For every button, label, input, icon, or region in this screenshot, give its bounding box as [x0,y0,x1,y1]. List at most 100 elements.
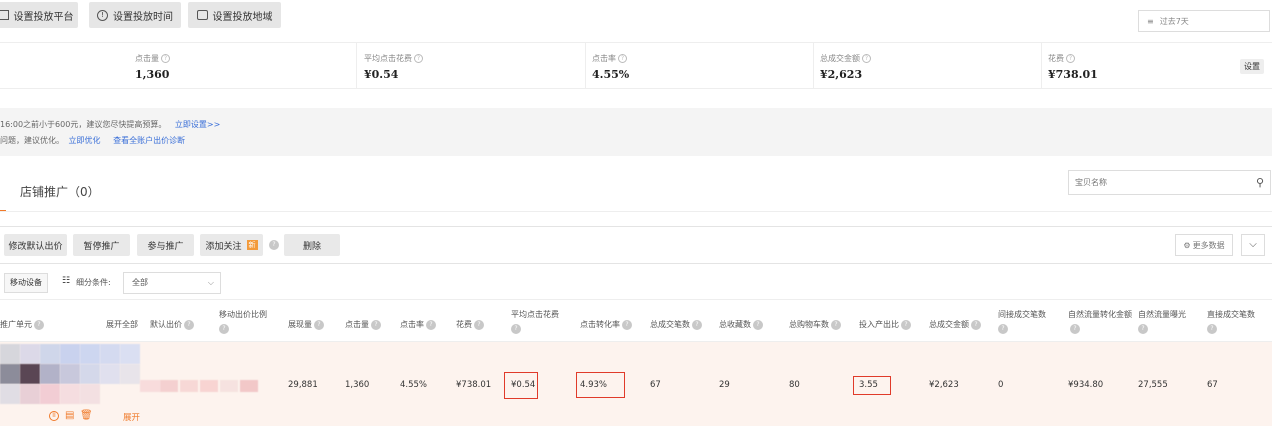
col-ctr-label: 点击率 [400,320,424,329]
set-time-label: 设置投放时间 [113,11,173,23]
product-thumbnail[interactable] [0,344,140,404]
help-icon[interactable]: ? [184,319,194,330]
col-ctr[interactable]: 点击率? [400,318,436,332]
col-mobile-ratio-label: 移动出价比例 [219,310,267,319]
metric-avg-cpc-value: ¥0.54 [364,68,399,81]
col-total-gmv[interactable]: 总成交金额? [929,318,981,332]
cell-cost: ¥738.01 [456,380,492,390]
bid-value-blurred [140,380,258,392]
divider [813,43,814,89]
chevron-down-icon[interactable]: ⌵ [1241,234,1265,256]
divider [585,43,586,89]
set-platform-button[interactable]: 设置投放平台 [0,2,78,28]
col-indirect-orders[interactable]: 间接成交笔数? [998,308,1058,336]
bid-diagnosis-link[interactable]: 查看全账户出价诊断 [113,136,185,145]
help-icon[interactable]: ? [618,54,627,63]
col-indirect-orders-label: 间接成交笔数 [998,310,1046,319]
optimize-link[interactable]: 立即优化 [69,136,101,145]
add-follow-label: 添加关注 [205,241,242,252]
metric-ctr-label: 点击率 [592,54,616,63]
col-total-orders[interactable]: 总成交笔数? [650,318,702,332]
help-icon[interactable]: ? [901,319,911,330]
action-toolbar: 修改默认出价 暂停推广 参与推广 添加关注 新 ? 删除 ⚙ 更多数据 ⌵ [0,226,1272,264]
cell-total-orders: 67 [650,380,661,390]
help-icon[interactable]: ? [426,319,436,330]
expand-link[interactable]: 展开 [123,411,140,423]
col-unit: 推广单元? [0,318,44,332]
col-impressions-label: 展现量 [288,320,312,329]
col-default-bid-label: 默认出价 [150,320,182,329]
help-icon[interactable]: ? [34,319,44,330]
help-icon[interactable]: ? [161,54,170,63]
col-conv-rate[interactable]: 点击转化率? [580,318,632,332]
col-cost[interactable]: 花费? [456,318,484,332]
tab-shop-promotion[interactable]: 店铺推广（0） [20,183,100,200]
device-filter-button[interactable]: 移动设备 [4,273,48,293]
gear-icon: ⚙ [1183,240,1191,250]
help-icon[interactable]: ? [998,323,1008,334]
date-range-select[interactable]: ≡ 过去7天 [1138,10,1270,32]
search-icon[interactable]: ⚲ [1256,176,1264,189]
col-conv-rate-label: 点击转化率 [580,320,620,329]
help-icon[interactable]: ? [1070,323,1080,334]
col-roi-label: 投入产出比 [859,320,899,329]
modify-bid-button[interactable]: 修改默认出价 [4,234,67,256]
col-mobile-ratio[interactable]: 移动出价比例? [219,308,274,336]
col-natural-conv-amount[interactable]: 自然流量转化金额? [1068,308,1132,336]
segment-select[interactable]: 全部 ⌵ [123,272,221,294]
col-direct-orders[interactable]: 直接成交笔数? [1207,308,1269,336]
help-icon[interactable]: ? [831,319,841,330]
col-cart[interactable]: 总购物车数? [789,318,841,332]
help-icon[interactable]: ? [371,319,381,330]
col-default-bid[interactable]: 默认出价? [150,318,194,332]
help-icon[interactable]: ? [753,319,763,330]
more-data-label: 更多数据 [1192,240,1225,250]
help-icon[interactable]: ? [414,54,423,63]
col-avg-cpc[interactable]: 平均点击花费? [511,308,567,336]
col-expand-all[interactable]: 展开全部 [106,318,138,332]
trash-icon[interactable]: 🗑 [80,410,93,421]
segment-label: 细分条件: [76,278,111,287]
help-icon[interactable]: ? [474,319,484,330]
col-natural-impressions[interactable]: 自然流量曝光? [1138,308,1202,336]
notice-line-2: 问题，建议优化。 立即优化 查看全账户出价诊断 [0,135,185,146]
set-region-button[interactable]: 设置投放地域 [188,2,281,28]
pause-button[interactable]: 暂停推广 [73,234,130,256]
metric-avg-cpc-label: 平均点击花费 [364,54,412,63]
cell-natural-impressions: 27,555 [1138,380,1168,390]
set-platform-label: 设置投放平台 [13,11,74,23]
cell-roi: 3.55 [859,380,878,390]
help-icon[interactable]: ? [862,54,871,63]
list-icon: ☷ [62,276,71,286]
help-icon[interactable]: ? [1207,323,1217,334]
help-icon[interactable]: ? [314,319,324,330]
pause-icon[interactable]: II [49,411,59,421]
delete-button[interactable]: 删除 [284,234,340,256]
help-icon[interactable]: ? [1138,323,1148,334]
metric-ctr-value: 4.55% [592,68,630,81]
metric-clicks: 点击量? 1,360 [135,53,170,81]
filter-row: 移动设备 ☷ 细分条件: 全部 ⌵ [0,264,1272,300]
help-icon[interactable]: ? [971,319,981,330]
col-impressions[interactable]: 展现量? [288,318,324,332]
help-icon[interactable]: ? [269,240,279,250]
help-icon[interactable]: ? [692,319,702,330]
help-icon[interactable]: ? [219,323,229,334]
metric-cost: 花费? ¥738.01 [1048,53,1098,81]
notice-set-link[interactable]: 立即设置>> [175,120,220,129]
set-time-button[interactable]: ! 设置投放时间 [89,2,181,28]
add-follow-button[interactable]: 添加关注 新 [200,234,263,256]
col-direct-orders-label: 直接成交笔数 [1207,310,1255,319]
col-favorites[interactable]: 总收藏数? [719,318,763,332]
join-promotion-button[interactable]: 参与推广 [137,234,194,256]
search-input[interactable] [1069,171,1239,194]
col-clicks[interactable]: 点击量? [345,318,381,332]
more-data-button[interactable]: ⚙ 更多数据 [1175,234,1233,256]
help-icon[interactable]: ? [511,323,521,334]
help-icon[interactable]: ? [1066,54,1075,63]
settings-button[interactable]: 设置 [1240,59,1264,74]
help-icon[interactable]: ? [622,319,632,330]
cell-avg-cpc: ¥0.54 [511,380,536,390]
chart-icon[interactable]: ▤ [65,410,74,421]
col-roi[interactable]: 投入产出比? [859,318,911,332]
